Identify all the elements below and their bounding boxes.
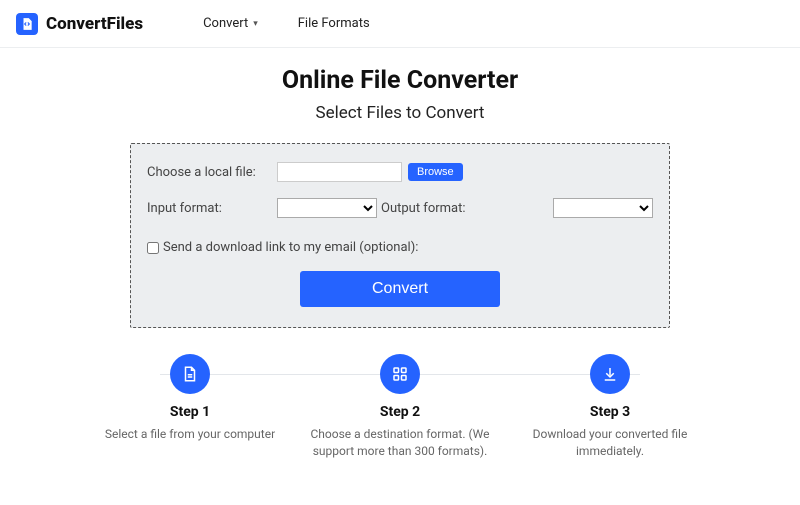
brand-name: ConvertFiles bbox=[46, 14, 143, 34]
file-icon bbox=[170, 354, 210, 394]
step-2-desc: Choose a destination format. (We support… bbox=[310, 426, 490, 460]
page-subtitle: Select Files to Convert bbox=[0, 103, 800, 123]
step-2-title: Step 2 bbox=[310, 404, 490, 420]
step-1-desc: Select a file from your computer bbox=[100, 426, 280, 443]
nav-convert[interactable]: Convert ▾ bbox=[203, 16, 258, 31]
step-3-title: Step 3 bbox=[520, 404, 700, 420]
step-2: Step 2 Choose a destination format. (We … bbox=[310, 354, 490, 460]
grid-icon bbox=[380, 354, 420, 394]
nav-file-formats[interactable]: File Formats bbox=[298, 16, 370, 31]
email-checkbox-label: Send a download link to my email (option… bbox=[163, 240, 418, 255]
file-input[interactable] bbox=[277, 162, 402, 182]
step-1-title: Step 1 bbox=[100, 404, 280, 420]
brand[interactable]: ConvertFiles bbox=[16, 13, 143, 35]
step-3: Step 3 Download your converted file imme… bbox=[520, 354, 700, 460]
convert-button[interactable]: Convert bbox=[300, 271, 500, 307]
input-format-label: Input format: bbox=[147, 201, 277, 216]
steps: Step 1 Select a file from your computer … bbox=[100, 354, 700, 460]
nav: Convert ▾ File Formats bbox=[203, 16, 370, 31]
convert-form: Choose a local file: Browse Input format… bbox=[130, 143, 670, 328]
browse-button[interactable]: Browse bbox=[408, 163, 463, 181]
chevron-down-icon: ▾ bbox=[253, 19, 258, 29]
input-format-select[interactable] bbox=[277, 198, 377, 218]
nav-convert-label: Convert bbox=[203, 16, 248, 31]
output-format-label: Output format: bbox=[381, 201, 466, 216]
choose-file-label: Choose a local file: bbox=[147, 165, 277, 180]
email-checkbox[interactable] bbox=[147, 242, 159, 254]
main: Online File Converter Select Files to Co… bbox=[0, 48, 800, 460]
page-title: Online File Converter bbox=[0, 66, 800, 95]
brand-logo-icon bbox=[16, 13, 38, 35]
download-icon bbox=[590, 354, 630, 394]
step-1: Step 1 Select a file from your computer bbox=[100, 354, 280, 460]
step-3-desc: Download your converted file immediately… bbox=[520, 426, 700, 460]
header: ConvertFiles Convert ▾ File Formats bbox=[0, 0, 800, 48]
output-format-select[interactable] bbox=[553, 198, 653, 218]
nav-formats-label: File Formats bbox=[298, 16, 370, 31]
